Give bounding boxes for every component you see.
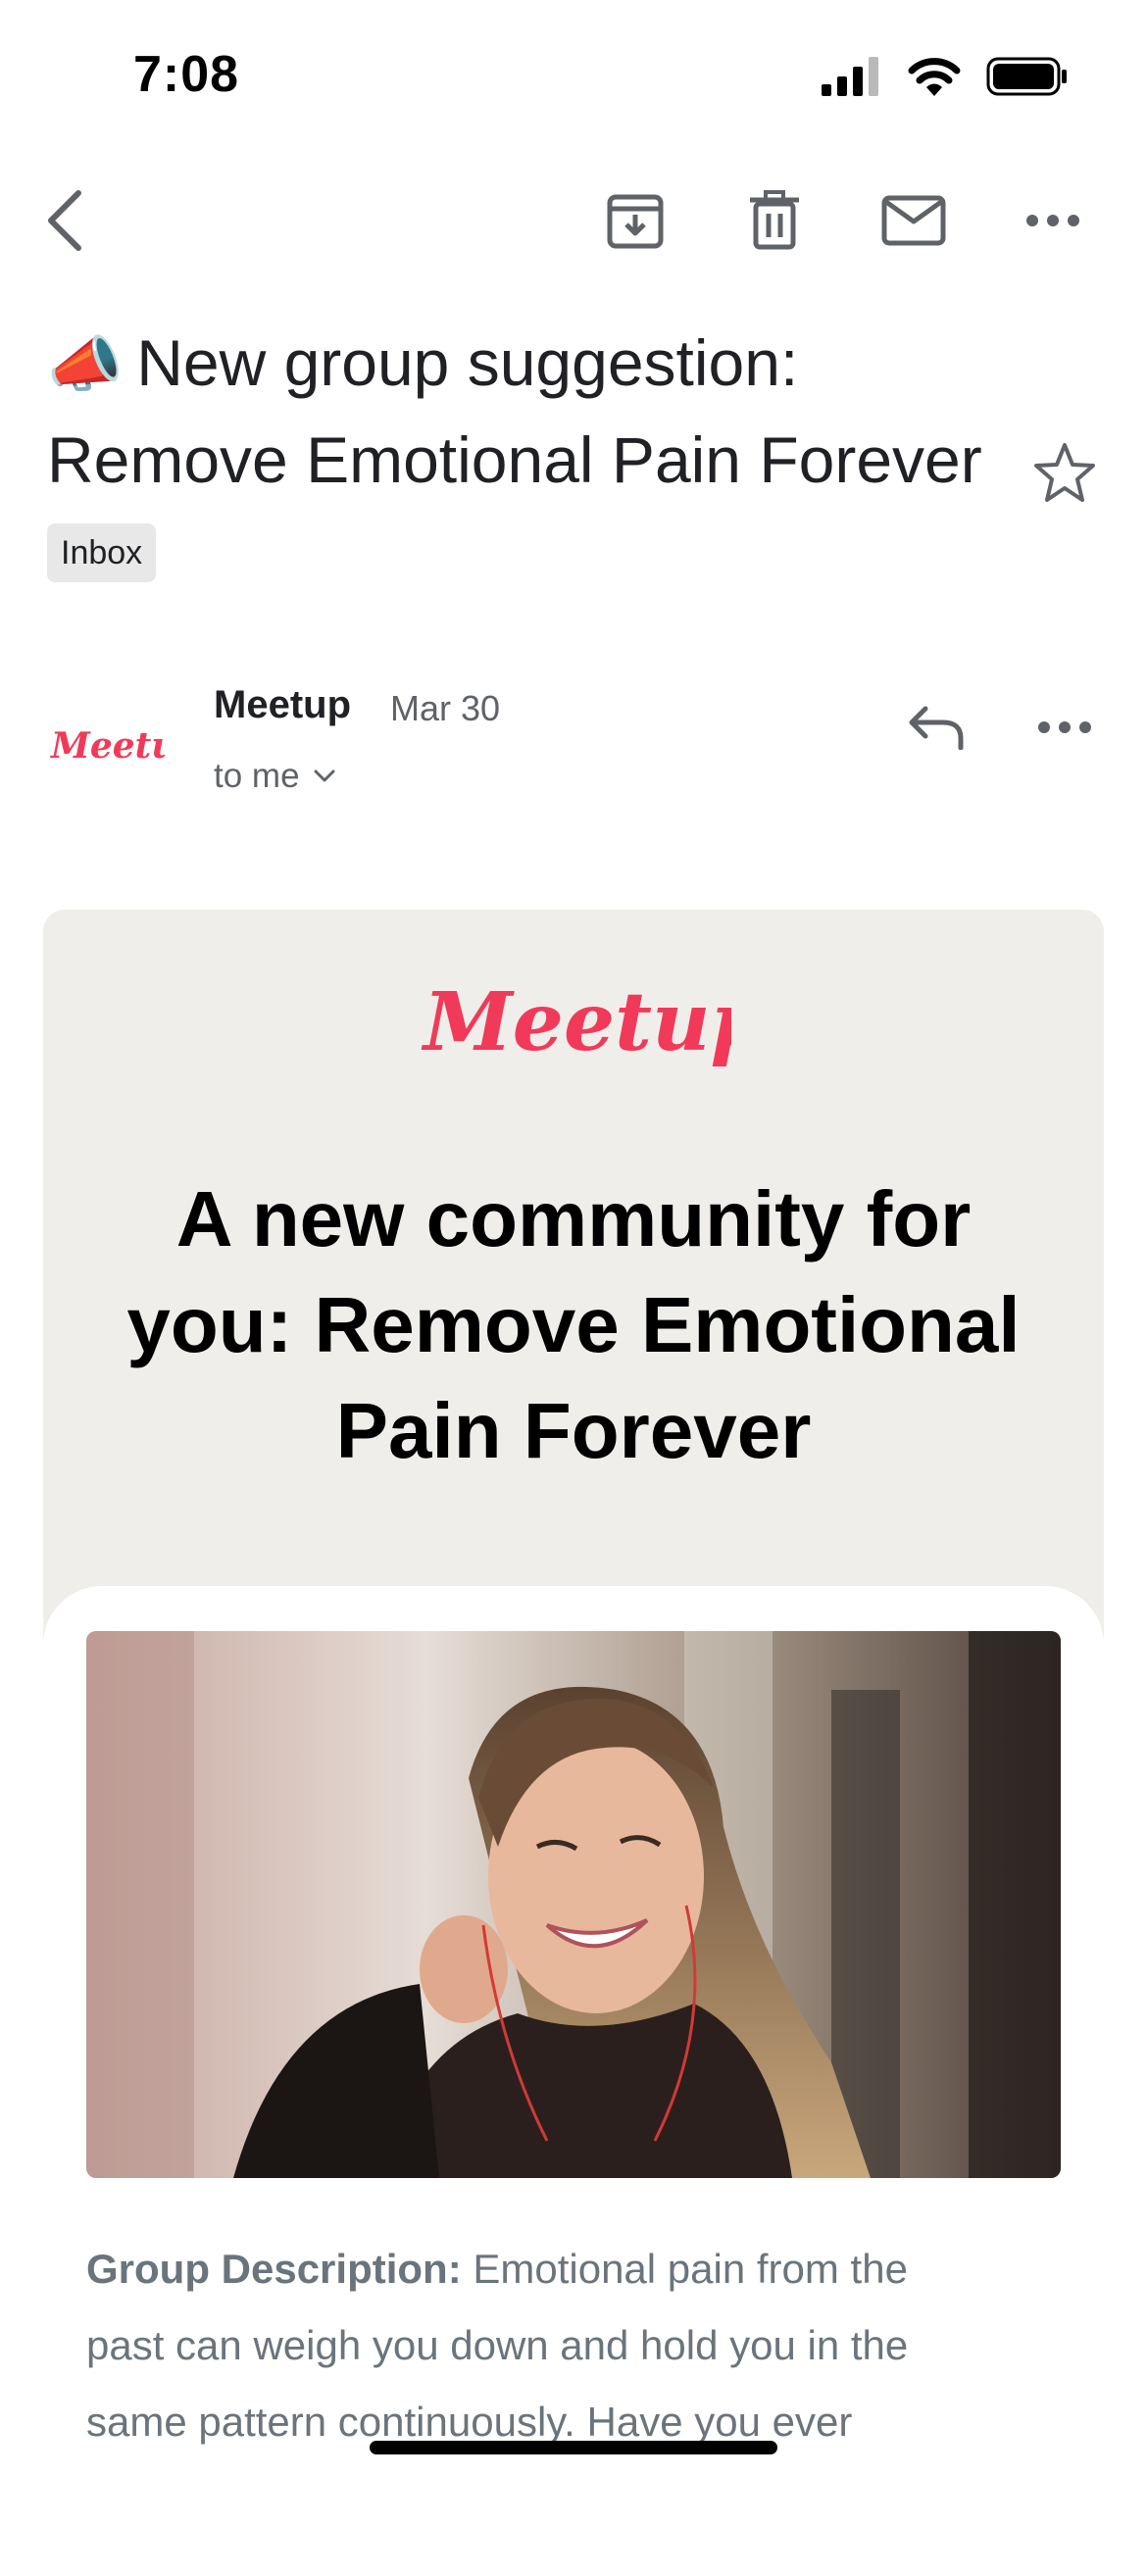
mark-unread-button[interactable] [874,181,953,260]
email-headline: A new community for you: Remove Emotiona… [43,1166,1104,1484]
recipient-text: to me [214,757,300,795]
chevron-down-icon [314,769,335,782]
description-label: Group Description: [86,2246,462,2292]
meetup-logo-small: Meetup [49,725,202,767]
svg-text:Meetup: Meetup [421,975,731,1069]
cellular-signal-icon [822,57,878,96]
message-more-button[interactable] [1025,688,1104,767]
more-horizontal-icon [1026,215,1079,226]
subject-line-2: Remove Emotional Pain Forever [47,423,982,496]
subject-line-1: New group suggestion: [136,326,799,399]
star-icon [1034,443,1095,502]
star-button[interactable] [1033,441,1096,504]
trash-icon [750,190,799,250]
email-date: Mar 30 [390,688,501,728]
email-toolbar [0,181,1147,260]
description-line-1: Emotional pain from the [473,2246,908,2292]
delete-button[interactable] [735,181,814,260]
megaphone-icon: 📣 [47,331,124,399]
archive-icon [607,194,664,249]
envelope-icon [881,195,946,246]
home-indicator[interactable] [370,2441,777,2454]
more-options-button[interactable] [1014,181,1092,260]
status-icons [822,51,1069,102]
sender-name: Meetup [214,683,351,726]
headline-line-3: Pain Forever [335,1387,812,1474]
email-subject: 📣 New group suggestion: Remove Emotional … [47,316,1027,507]
recipient-details-toggle[interactable]: to me [214,757,335,796]
svg-text:Meetup: Meetup [49,725,165,767]
reply-icon [909,706,964,750]
archive-button[interactable] [596,181,674,260]
reply-button[interactable] [897,688,975,767]
meetup-wordmark: Meetup [421,975,767,1069]
email-content-panel: Group Description: Emotional pain from t… [43,1586,1104,2576]
wifi-icon [908,58,961,96]
chevron-left-icon [48,190,81,251]
headline-line-2: you: Remove Emotional [126,1281,1021,1368]
battery-icon [986,57,1067,96]
status-time: 7:08 [133,46,240,103]
back-button[interactable] [25,181,104,260]
headline-line-1: A new community for [175,1175,972,1263]
meetup-logo[interactable]: Meetup [418,964,767,1091]
hero-photo[interactable] [86,1631,1061,2178]
group-description: Group Description: Emotional pain from t… [86,2231,1067,2460]
inbox-label[interactable]: Inbox [47,523,157,582]
woman-with-earphones-photo [86,1631,1061,2178]
sender-avatar[interactable]: Meetup [47,711,202,781]
more-horizontal-icon [1038,721,1091,733]
email-body-card: Meetup A new community for you: Remove E… [43,910,1104,2576]
description-line-2: past can weigh you down and hold you in … [86,2322,909,2368]
